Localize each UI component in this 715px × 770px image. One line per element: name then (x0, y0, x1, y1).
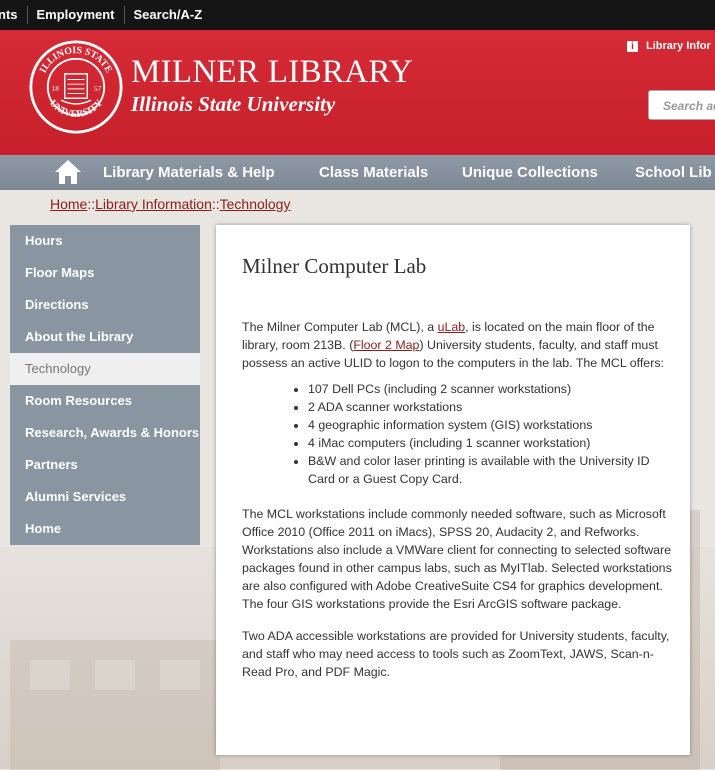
sidebar-nav: Hours Floor Maps Directions About the Li… (10, 225, 200, 545)
utility-link-search-az[interactable]: Search/A-Z (125, 6, 212, 24)
breadcrumb-library-information[interactable]: Library Information (95, 196, 212, 212)
breadcrumb-separator: :: (87, 196, 96, 212)
home-icon[interactable] (53, 157, 83, 187)
nav-library-materials[interactable]: Library Materials & Help (103, 164, 275, 181)
svg-text:UNIVERSITY: UNIVERSITY (47, 98, 105, 120)
sidebar-item-alumni[interactable]: Alumni Services (10, 481, 200, 513)
svg-text:18: 18 (52, 84, 60, 93)
nav-school-library[interactable]: School Lib (635, 164, 712, 181)
sidebar-item-about[interactable]: About the Library (10, 321, 200, 353)
background-building-graphic-left (10, 640, 220, 770)
list-item: B&W and color laser printing is availabl… (308, 452, 672, 488)
sidebar-item-home[interactable]: Home (10, 513, 200, 545)
sidebar-item-floor-maps[interactable]: Floor Maps (10, 257, 200, 289)
university-seal-logo[interactable]: ILLINOIS STATE UNIVERSITY 18 57 (29, 40, 123, 134)
sidebar-item-room-resources[interactable]: Room Resources (10, 385, 200, 417)
content-panel: Milner Computer Lab The Milner Computer … (216, 225, 690, 755)
library-information-label: Library Infor (646, 40, 711, 52)
site-header: ILLINOIS STATE UNIVERSITY 18 57 MILNER L… (0, 30, 715, 155)
sidebar-item-hours[interactable]: Hours (10, 225, 200, 257)
library-information-link[interactable]: i Library Infor (627, 40, 711, 52)
breadcrumb-separator: :: (211, 196, 220, 212)
utility-link-events[interactable]: nts (0, 6, 28, 24)
svg-text:57: 57 (94, 84, 102, 93)
breadcrumb-home[interactable]: Home (50, 196, 87, 212)
ulab-link[interactable]: uLab (438, 320, 466, 334)
search-input[interactable]: Search ac (648, 90, 715, 120)
list-item: 4 iMac computers (including 1 scanner wo… (308, 434, 672, 452)
list-item: 4 geographic information system (GIS) wo… (308, 416, 672, 434)
sidebar-item-technology[interactable]: Technology (10, 353, 200, 385)
list-item: 2 ADA scanner workstations (308, 398, 672, 416)
floor-2-map-link[interactable]: Floor 2 Map (353, 338, 419, 352)
ada-paragraph: Two ADA accessible workstations are prov… (242, 629, 670, 679)
info-icon: i (627, 40, 638, 52)
page-content: The Milner Computer Lab (MCL), a uLab, i… (242, 318, 672, 681)
breadcrumb-technology[interactable]: Technology (220, 196, 291, 212)
sidebar-item-directions[interactable]: Directions (10, 289, 200, 321)
university-name[interactable]: Illinois State University (131, 92, 335, 117)
offerings-list: 107 Dell PCs (including 2 scanner workst… (242, 380, 672, 488)
nav-unique-collections[interactable]: Unique Collections (462, 164, 598, 181)
utility-bar: nts Employment Search/A-Z (0, 0, 715, 30)
list-item: 107 Dell PCs (including 2 scanner workst… (308, 380, 672, 398)
page-title: Milner Computer Lab (242, 254, 427, 278)
intro-paragraph: The Milner Computer Lab (MCL), a uLab, i… (242, 320, 664, 370)
main-nav: Library Materials & Help Class Materials… (0, 155, 715, 190)
sidebar-item-partners[interactable]: Partners (10, 449, 200, 481)
software-paragraph: The MCL workstations include commonly ne… (242, 507, 672, 611)
utility-link-employment[interactable]: Employment (28, 6, 125, 24)
breadcrumb: Home::Library Information::Technology (50, 196, 290, 212)
nav-class-materials[interactable]: Class Materials (319, 164, 428, 181)
sidebar-item-research-awards[interactable]: Research, Awards & Honors (10, 417, 200, 449)
library-name[interactable]: MILNER LIBRARY (131, 54, 413, 91)
